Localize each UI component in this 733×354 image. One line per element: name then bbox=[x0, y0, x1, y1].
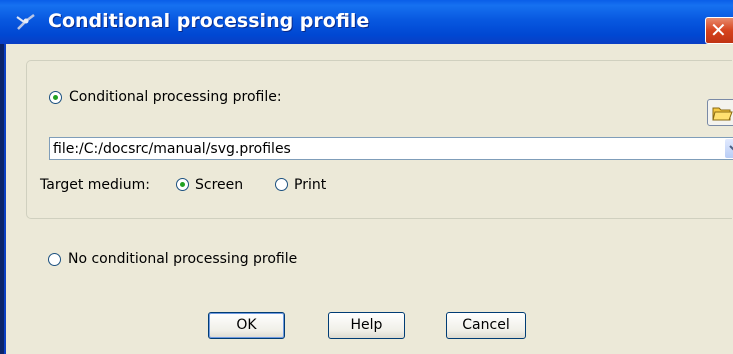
screen-radio[interactable] bbox=[176, 178, 189, 191]
no-profile-radio-label[interactable]: No conditional processing profile bbox=[68, 250, 297, 268]
target-medium-label: Target medium: bbox=[40, 177, 151, 193]
profile-path-value[interactable]: file:/C:/docsrc/manual/svg.profiles bbox=[53, 140, 291, 158]
cancel-button[interactable]: Cancel bbox=[446, 312, 526, 339]
title-bar[interactable]: Conditional processing profile ✕ bbox=[0, 0, 733, 44]
dialog-body: Conditional processing profile: file:/C:… bbox=[4, 44, 733, 354]
app-icon bbox=[16, 14, 35, 30]
radio-selected-dot bbox=[53, 95, 58, 100]
profile-group: Conditional processing profile: file:/C:… bbox=[26, 60, 733, 219]
window-title: Conditional processing profile bbox=[48, 10, 370, 32]
folder-icon bbox=[712, 107, 733, 121]
dropdown-button[interactable] bbox=[725, 139, 733, 158]
profile-radio-label[interactable]: Conditional processing profile: bbox=[69, 88, 282, 106]
print-radio[interactable] bbox=[275, 178, 288, 191]
radio-selected-dot bbox=[180, 182, 185, 187]
ok-button[interactable]: OK bbox=[208, 312, 285, 339]
help-button[interactable]: Help bbox=[328, 312, 405, 339]
profile-path-combo[interactable]: file:/C:/docsrc/manual/svg.profiles bbox=[49, 137, 733, 160]
close-icon: ✕ bbox=[710, 18, 727, 42]
print-radio-label[interactable]: Print bbox=[294, 176, 326, 194]
screen-radio-label[interactable]: Screen bbox=[195, 176, 243, 194]
dialog-window: Conditional processing profile ✕ Conditi… bbox=[0, 0, 733, 354]
profile-radio[interactable] bbox=[49, 91, 62, 104]
browse-button[interactable] bbox=[707, 99, 733, 126]
close-button[interactable]: ✕ bbox=[705, 17, 733, 44]
no-profile-radio[interactable] bbox=[48, 253, 61, 266]
chevron-down-icon bbox=[729, 145, 733, 151]
